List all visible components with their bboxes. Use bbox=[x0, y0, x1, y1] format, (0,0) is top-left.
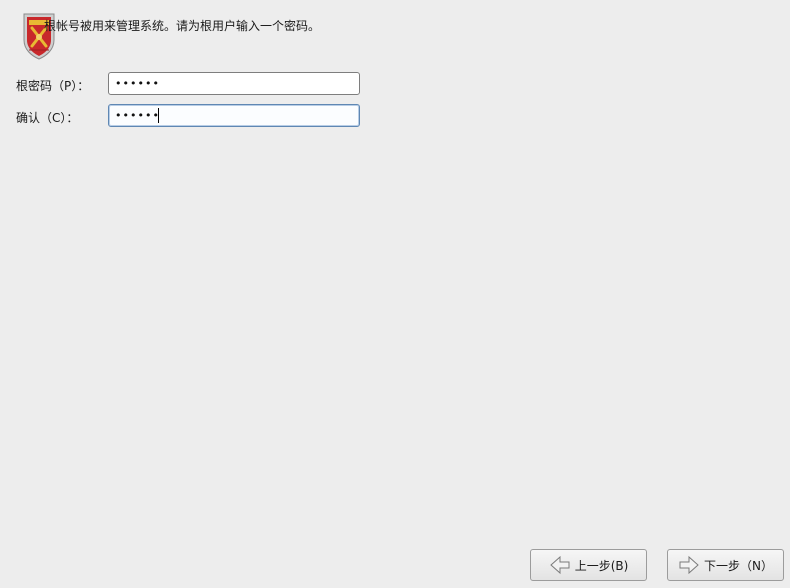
back-button[interactable]: 上一步(B) bbox=[530, 549, 647, 581]
text-cursor bbox=[158, 108, 159, 123]
back-button-label: 上一步(B) bbox=[574, 558, 629, 573]
password-label: 根密码（P）： bbox=[16, 79, 90, 93]
next-button-label: 下一步（N） bbox=[704, 558, 773, 573]
password-field[interactable] bbox=[108, 72, 360, 95]
next-button[interactable]: 下一步（N） bbox=[667, 549, 784, 581]
arrow-left-icon bbox=[549, 555, 571, 575]
header-message: 根帐号被用来管理系统。请为根用户输入一个密码。 bbox=[44, 19, 321, 33]
confirm-label: 确认（C）： bbox=[16, 111, 79, 125]
arrow-right-icon bbox=[678, 555, 700, 575]
confirm-password-field[interactable] bbox=[108, 104, 360, 127]
